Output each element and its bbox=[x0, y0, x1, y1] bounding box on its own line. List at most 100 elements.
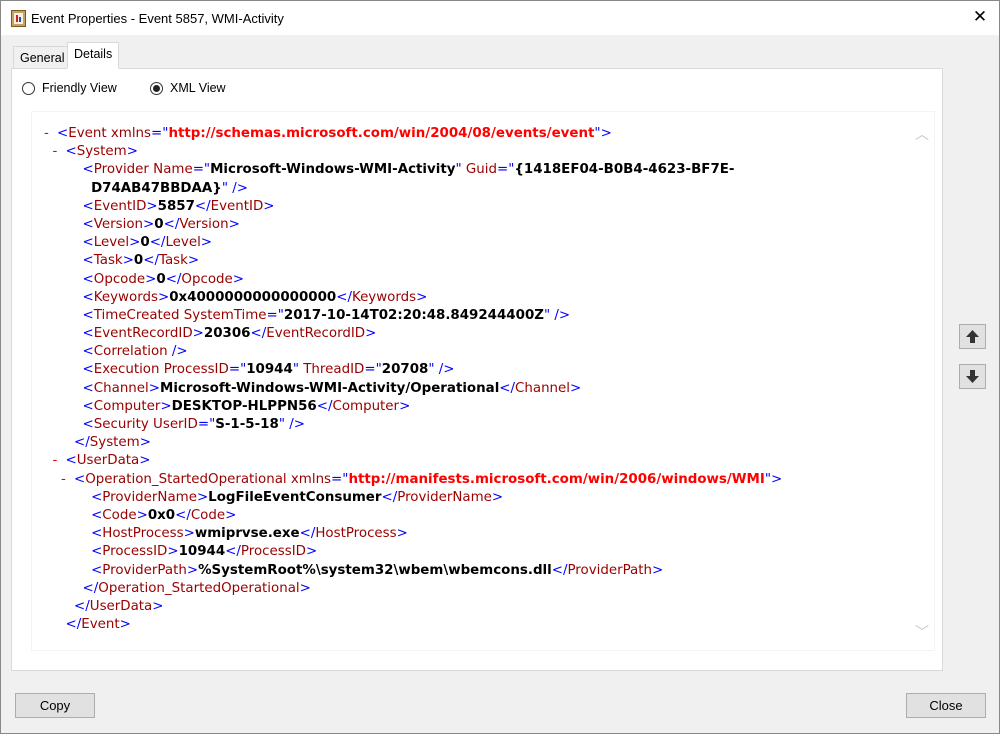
xml-line: <Opcode>0</Opcode> bbox=[44, 271, 912, 289]
arrow-up-icon bbox=[966, 330, 979, 343]
xml-line: - <Operation_StartedOperational xmlns="h… bbox=[44, 471, 912, 489]
friendly-view-label: Friendly View bbox=[42, 81, 117, 95]
xml-bracket: > bbox=[167, 544, 179, 560]
previous-event-button[interactable] bbox=[959, 324, 986, 349]
xml-bracket: > bbox=[365, 326, 377, 342]
xml-indent bbox=[57, 199, 83, 214]
xml-indent bbox=[44, 453, 53, 468]
xml-attr-name: SystemTime bbox=[179, 307, 267, 323]
copy-button[interactable]: Copy bbox=[15, 693, 95, 718]
xml-tag-name: ProviderPath bbox=[567, 562, 653, 578]
collapse-toggle[interactable]: - bbox=[53, 452, 66, 470]
window-close-icon[interactable]: ✕ bbox=[967, 4, 993, 30]
xml-text: Microsoft-Windows-WMI-Activity/Operation… bbox=[160, 380, 500, 396]
xml-tag-name: Execution bbox=[93, 362, 160, 378]
xml-bracket: = bbox=[228, 362, 241, 378]
xml-view-option[interactable]: XML View bbox=[150, 81, 226, 95]
xml-bracket: > bbox=[652, 562, 664, 578]
xml-bracket: > bbox=[200, 235, 213, 251]
xml-attr-value: 10944 bbox=[246, 362, 293, 378]
xml-tag-name: Computer bbox=[332, 398, 400, 414]
scroll-down-icon[interactable]: ﹀ bbox=[914, 622, 930, 640]
scroll-up-icon[interactable]: ︿ bbox=[914, 124, 930, 142]
xml-indent bbox=[57, 362, 83, 377]
xml-text: 0x0 bbox=[147, 507, 176, 523]
xml-bracket: < bbox=[82, 417, 94, 432]
xml-indent bbox=[57, 508, 91, 523]
xml-bracket: < bbox=[91, 526, 103, 542]
next-event-button[interactable] bbox=[959, 364, 986, 389]
xml-bracket: </ bbox=[65, 617, 82, 633]
xml-view-radio[interactable] bbox=[150, 81, 163, 95]
xml-tag-name: Operation_StartedOperational bbox=[85, 471, 287, 487]
xml-namespace-value: http://manifests.microsoft.com/win/2006/… bbox=[348, 471, 765, 487]
xml-bracket: </ bbox=[82, 580, 99, 596]
xml-bracket: < bbox=[82, 344, 94, 360]
xml-viewer[interactable]: - <Event xmlns="http://schemas.microsoft… bbox=[31, 111, 935, 651]
friendly-view-radio[interactable] bbox=[22, 81, 35, 95]
collapse-toggle[interactable]: - bbox=[53, 143, 66, 161]
xml-text: LogFileEventConsumer bbox=[208, 489, 382, 505]
xml-bracket: > bbox=[119, 617, 131, 633]
xml-content: - <Event xmlns="http://schemas.microsoft… bbox=[32, 125, 912, 634]
xml-bracket: < bbox=[57, 126, 69, 141]
xml-bracket: > bbox=[263, 198, 275, 214]
xml-tag-name: EventID bbox=[210, 198, 264, 214]
xml-line: <Level>0</Level> bbox=[44, 234, 912, 252]
xml-bracket: </ bbox=[149, 235, 166, 251]
xml-bracket: /> bbox=[434, 362, 455, 378]
xml-text: 0 bbox=[140, 235, 150, 251]
xml-tag-name: Keywords bbox=[351, 289, 417, 305]
xml-indent bbox=[57, 253, 83, 268]
xml-bracket: > bbox=[186, 562, 199, 578]
xml-tag-name: Operation_StartedOperational bbox=[98, 580, 300, 596]
xml-bracket: < bbox=[82, 289, 94, 305]
collapse-toggle[interactable]: - bbox=[61, 471, 74, 489]
xml-line: </UserData> bbox=[44, 598, 912, 616]
xml-bracket: = bbox=[331, 471, 343, 487]
xml-text: %SystemRoot%\system32\wbem\wbemcons.dll bbox=[198, 562, 552, 578]
details-panel: Friendly View XML View - <Event xmlns="h… bbox=[11, 68, 943, 671]
xml-line: <Version>0</Version> bbox=[44, 216, 912, 234]
xml-tag-name: ProcessID bbox=[240, 544, 306, 560]
xml-tag-name: Version bbox=[93, 216, 144, 232]
xml-bracket: < bbox=[82, 235, 94, 251]
xml-tag-name: Code bbox=[190, 507, 226, 523]
xml-tag-name: Event bbox=[68, 126, 107, 141]
friendly-view-option[interactable]: Friendly View bbox=[22, 81, 117, 95]
xml-bracket: /> bbox=[550, 307, 571, 323]
xml-bracket: > bbox=[143, 216, 155, 232]
xml-bracket: > bbox=[491, 489, 504, 505]
xml-bracket: < bbox=[82, 162, 94, 178]
xml-line: <EventRecordID>20306</EventRecordID> bbox=[44, 325, 912, 343]
collapse-toggle[interactable]: - bbox=[44, 125, 57, 143]
close-button[interactable]: Close bbox=[906, 693, 986, 718]
xml-bracket: < bbox=[82, 216, 94, 232]
xml-bracket: > bbox=[126, 144, 138, 160]
xml-bracket: /> bbox=[285, 417, 305, 432]
xml-line: </Operation_StartedOperational> bbox=[44, 580, 912, 598]
xml-attr-name: UserID bbox=[148, 417, 198, 432]
xml-tag-name: EventRecordID bbox=[93, 326, 193, 342]
tab-details[interactable]: Details bbox=[67, 42, 120, 69]
xml-tag-name: Event bbox=[81, 617, 120, 633]
xml-bracket: > bbox=[196, 489, 209, 505]
xml-bracket: > bbox=[416, 289, 428, 305]
xml-line: <HostProcess>wmiprvse.exe</HostProcess> bbox=[44, 525, 912, 543]
xml-tag-name: ProviderName bbox=[397, 489, 492, 505]
tab-general[interactable]: General bbox=[13, 46, 72, 68]
xml-bracket: </ bbox=[143, 253, 159, 269]
xml-bracket: </ bbox=[299, 526, 316, 542]
xml-indent bbox=[57, 308, 83, 323]
xml-indent bbox=[44, 144, 53, 159]
xml-tag-name: EventID bbox=[93, 198, 147, 214]
xml-indent bbox=[57, 526, 91, 541]
xml-indent bbox=[57, 581, 83, 596]
xml-bracket: </ bbox=[225, 544, 241, 560]
xml-tag-name: HostProcess bbox=[315, 526, 397, 542]
xml-tag-name: Opcode bbox=[181, 271, 233, 287]
xml-bracket: > bbox=[122, 253, 134, 269]
xml-indent bbox=[57, 544, 91, 559]
xml-tag-name: UserData bbox=[76, 453, 140, 469]
xml-bracket: < bbox=[82, 326, 94, 342]
